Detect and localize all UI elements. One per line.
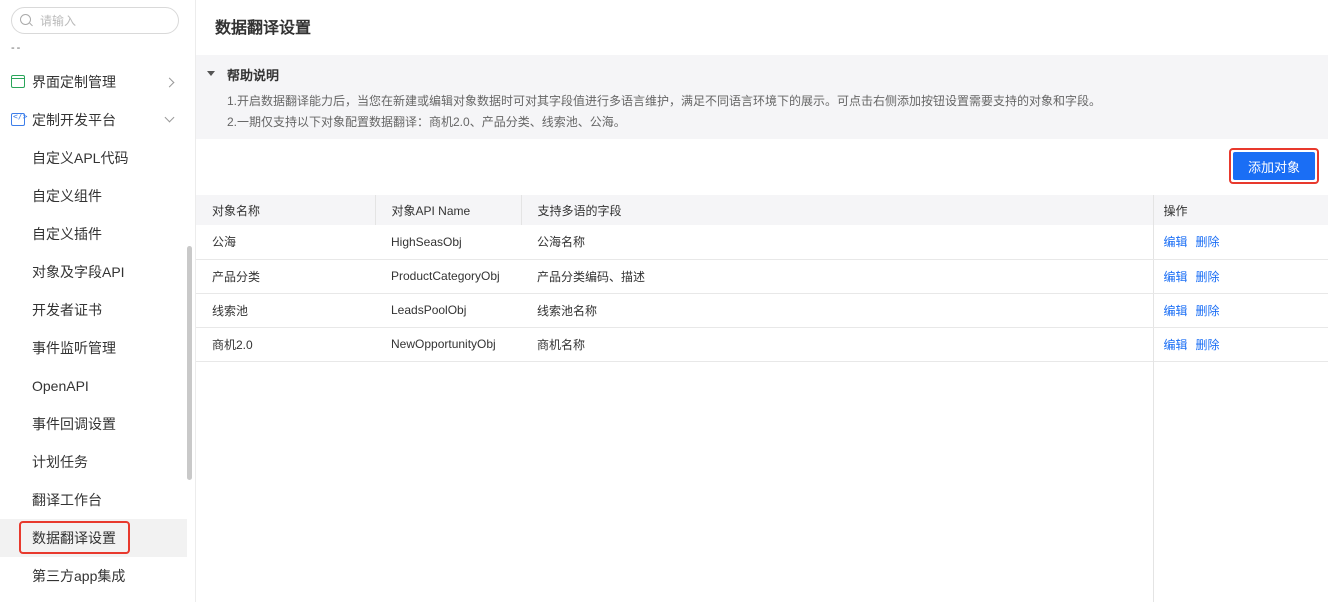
column-header: 对象名称: [196, 195, 376, 225]
sidebar-item-event-callback[interactable]: 事件回调设置: [0, 405, 187, 443]
sidebar-item-translation-workbench[interactable]: 翻译工作台: [0, 481, 187, 519]
sidebar-item-developer-cert[interactable]: 开发者证书: [0, 291, 187, 329]
sidebar-item-label: 自定义插件: [32, 226, 102, 242]
column-header: 支持多语的字段: [521, 195, 1154, 225]
sidebar-item-object-field-api[interactable]: 对象及字段API: [0, 253, 187, 291]
object-name-cell: 商机2.0: [196, 327, 375, 362]
sidebar-item-label: 计划任务: [32, 454, 88, 470]
main-content: 数据翻译设置 帮助说明 1.开启数据翻译能力后，当您在新建或编辑对象数据时可对其…: [196, 0, 1328, 602]
actions-cell: 编辑 删除: [1152, 225, 1328, 260]
chevron-right-icon: [164, 77, 175, 87]
object-name-cell: 公海: [196, 225, 375, 260]
actions-column-divider: [1153, 361, 1154, 602]
sidebar-scrollbar[interactable]: [187, 246, 192, 480]
sidebar-group-dev-platform[interactable]: </> 定制开发平台: [0, 101, 187, 139]
sidebar-item-openapi[interactable]: OpenAPI: [0, 367, 187, 405]
column-header: 对象API Name: [375, 195, 522, 225]
page-title: 数据翻译设置: [215, 20, 312, 37]
object-api-cell: ProductCategoryObj: [375, 259, 521, 294]
sidebar-item-label: 第三方app集成: [32, 568, 126, 584]
actions-cell: 编辑 删除: [1152, 327, 1328, 362]
help-line-1: 1.开启数据翻译能力后，当您在新建或编辑对象数据时可对其字段值进行多语言维护，满…: [227, 94, 1102, 108]
sidebar-item-label: OpenAPI: [32, 378, 89, 394]
fields-cell: 公海名称: [521, 225, 1153, 260]
column-header: 操作: [1152, 195, 1328, 225]
delete-link[interactable]: 删除: [1196, 338, 1220, 352]
add-object-button[interactable]: 添加对象: [1233, 152, 1315, 180]
caret-down-icon[interactable]: [207, 71, 215, 76]
chevron-down-icon: [164, 112, 175, 123]
table-row: 产品分类 ProductCategoryObj 产品分类编码、描述 编辑 删除: [196, 259, 1328, 294]
sidebar-group-label: 定制开发平台: [32, 112, 116, 128]
edit-link[interactable]: 编辑: [1164, 270, 1188, 284]
objects-table: 对象名称 对象API Name 支持多语的字段 操作 公海 HighSeasOb…: [196, 195, 1328, 362]
table-row: 商机2.0 NewOpportunityObj 商机名称 编辑 删除: [196, 327, 1328, 362]
object-name-cell: 线索池: [196, 293, 375, 328]
table-header-row: 对象名称 对象API Name 支持多语的字段 操作: [196, 195, 1328, 225]
sidebar-item-scheduled-tasks[interactable]: 计划任务: [0, 443, 187, 481]
sidebar-item-label: 开发者证书: [32, 302, 102, 318]
actions-cell: 编辑 删除: [1152, 293, 1328, 328]
sidebar-group-ui-customization[interactable]: 界面定制管理: [0, 63, 187, 101]
sidebar-item-label: 对象及字段API: [32, 264, 125, 280]
search-input[interactable]: [40, 12, 170, 30]
sidebar-item-label: 事件监听管理: [32, 340, 116, 356]
help-panel: 帮助说明 1.开启数据翻译能力后，当您在新建或编辑对象数据时可对其字段值进行多语…: [196, 55, 1328, 139]
sidebar-separator: --: [11, 42, 23, 54]
sidebar-item-custom-components[interactable]: 自定义组件: [0, 177, 187, 215]
layout-icon: [11, 75, 25, 88]
edit-link[interactable]: 编辑: [1164, 338, 1188, 352]
sidebar-item-label: 事件回调设置: [32, 416, 116, 432]
code-icon: </>: [11, 112, 27, 126]
delete-link[interactable]: 删除: [1196, 304, 1220, 318]
edit-link[interactable]: 编辑: [1164, 304, 1188, 318]
actions-cell: 编辑 删除: [1152, 259, 1328, 294]
object-api-cell: HighSeasObj: [375, 225, 521, 260]
sidebar-item-apl-code[interactable]: 自定义APL代码: [0, 139, 187, 177]
table-row: 公海 HighSeasObj 公海名称 编辑 删除: [196, 225, 1328, 260]
fields-cell: 线索池名称: [521, 293, 1153, 328]
sidebar-item-label: 自定义APL代码: [32, 150, 129, 166]
help-title[interactable]: 帮助说明: [227, 65, 279, 84]
sidebar-group-label: 界面定制管理: [32, 74, 116, 90]
delete-link[interactable]: 删除: [1196, 270, 1220, 284]
sidebar-item-event-listener[interactable]: 事件监听管理: [0, 329, 187, 367]
sidebar-item-custom-plugins[interactable]: 自定义插件: [0, 215, 187, 253]
fields-cell: 商机名称: [521, 327, 1153, 362]
delete-link[interactable]: 删除: [1196, 235, 1220, 249]
object-name-cell: 产品分类: [196, 259, 375, 294]
search-icon: [20, 14, 31, 25]
edit-link[interactable]: 编辑: [1164, 235, 1188, 249]
highlight-box: [19, 521, 130, 554]
sidebar-item-data-translation-settings[interactable]: 数据翻译设置: [0, 519, 187, 557]
object-api-cell: NewOpportunityObj: [375, 327, 521, 362]
object-api-cell: LeadsPoolObj: [375, 293, 521, 328]
sidebar-item-third-party-apps[interactable]: 第三方app集成: [0, 557, 187, 595]
add-object-highlight: 添加对象: [1229, 148, 1319, 184]
sidebar: -- 界面定制管理 </> 定制开发平台 自定义APL代码 自定义组件 自定义插…: [0, 0, 196, 602]
search-box[interactable]: [11, 7, 179, 34]
sidebar-item-label: 翻译工作台: [32, 492, 102, 508]
table-row: 线索池 LeadsPoolObj 线索池名称 编辑 删除: [196, 293, 1328, 328]
fields-cell: 产品分类编码、描述: [521, 259, 1153, 294]
help-line-2: 2.一期仅支持以下对象配置数据翻译：商机2.0、产品分类、线索池、公海。: [227, 115, 626, 129]
sidebar-item-label: 自定义组件: [32, 188, 102, 204]
